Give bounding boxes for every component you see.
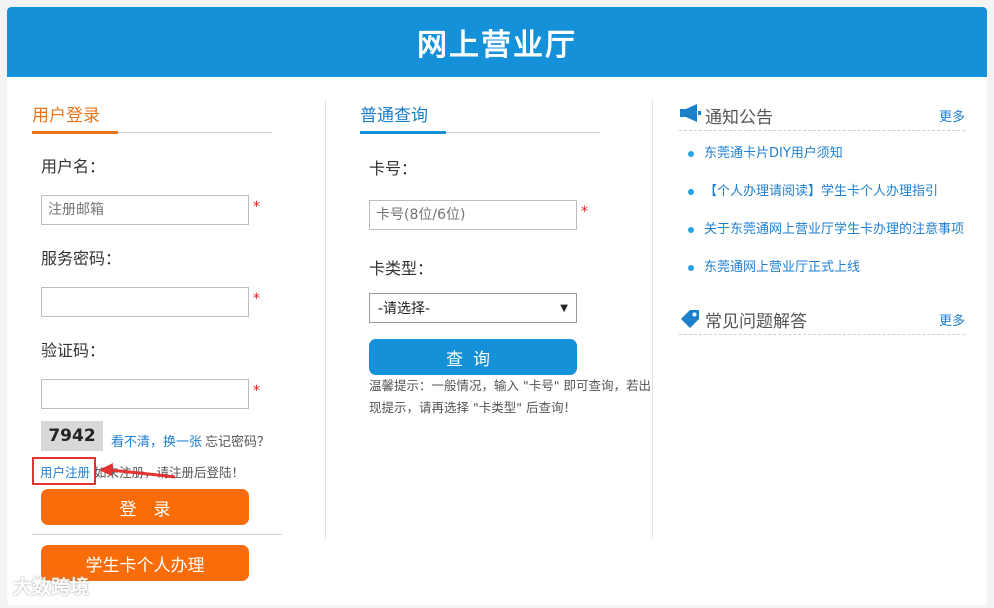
notice-header: 通知公告 更多 [679, 100, 965, 131]
megaphone-icon [679, 104, 701, 126]
query-button[interactable]: 查询 [369, 339, 577, 375]
faq-header: 常见问题解答 更多 [679, 304, 965, 335]
card-type-select[interactable]: -请选择- ▼ [369, 293, 577, 323]
notice-title: 通知公告 [705, 108, 773, 128]
tag-icon [679, 308, 701, 334]
forgot-password-link[interactable]: 忘记密码？ [205, 431, 270, 450]
required-mark: * [253, 291, 260, 307]
required-mark: * [253, 383, 260, 399]
bullet-icon [688, 151, 694, 157]
required-mark: * [581, 204, 588, 220]
refresh-captcha-link[interactable]: 看不清，换一张 [111, 431, 202, 450]
column-divider [652, 99, 653, 539]
notice-item[interactable]: 东莞通网上营业厅正式上线 [688, 249, 968, 287]
password-input[interactable] [41, 287, 249, 317]
notice-item[interactable]: 关于东莞通网上营业厅学生卡办理的注意事项 [688, 211, 968, 249]
notice-item[interactable]: 【个人办理请阅读】学生卡个人办理指引 [688, 173, 968, 211]
section-title-bar [360, 131, 446, 134]
card-type-selected: -请选择- [378, 301, 431, 317]
annotation-arrow-icon [99, 463, 176, 479]
highlight-box [32, 457, 96, 485]
captcha-label: 验证码： [41, 341, 106, 360]
dropdown-arrow-icon: ▼ [560, 302, 568, 314]
username-label: 用户名： [41, 157, 106, 176]
card-number-label: 卡号： [369, 159, 418, 178]
captcha-input[interactable] [41, 379, 249, 409]
captcha-image[interactable]: 7942 [41, 421, 103, 451]
header-bar: 网上营业厅 [7, 7, 987, 77]
query-section-title: 普通查询 [360, 106, 428, 126]
notice-list: 东莞通卡片DIY用户须知 【个人办理请阅读】学生卡个人办理指引 关于东莞通网上营… [688, 135, 968, 287]
login-button[interactable]: 登 录 [41, 489, 249, 525]
column-divider [325, 99, 326, 539]
page-frame: 网上营业厅 用户登录 用户名： * 服务密码： * 验证码： * 7942 看不… [7, 7, 987, 605]
notice-item[interactable]: 东莞通卡片DIY用户须知 [688, 135, 968, 173]
card-type-label: 卡类型： [369, 259, 434, 278]
card-number-input[interactable] [369, 200, 577, 230]
login-section-title: 用户登录 [32, 106, 100, 126]
page-title: 网上营业厅 [417, 28, 577, 63]
faq-more-link[interactable]: 更多 [939, 310, 965, 329]
login-section-header: 用户登录 [32, 99, 272, 134]
required-mark: * [253, 199, 260, 215]
faq-title: 常见问题解答 [705, 312, 807, 332]
section-title-bar [32, 131, 118, 134]
password-label: 服务密码： [41, 249, 122, 268]
bullet-icon [688, 227, 694, 233]
query-hint: 温馨提示：一般情况，输入 "卡号" 即可查询，若出现提示，请再选择 "卡类型" … [369, 378, 651, 415]
notice-more-link[interactable]: 更多 [939, 106, 965, 125]
username-input[interactable] [41, 195, 249, 225]
bullet-icon [688, 189, 694, 195]
watermark: 大数跨境 [13, 576, 90, 598]
bullet-icon [688, 265, 694, 271]
query-section-header: 普通查询 [360, 99, 600, 134]
divider [32, 534, 282, 535]
